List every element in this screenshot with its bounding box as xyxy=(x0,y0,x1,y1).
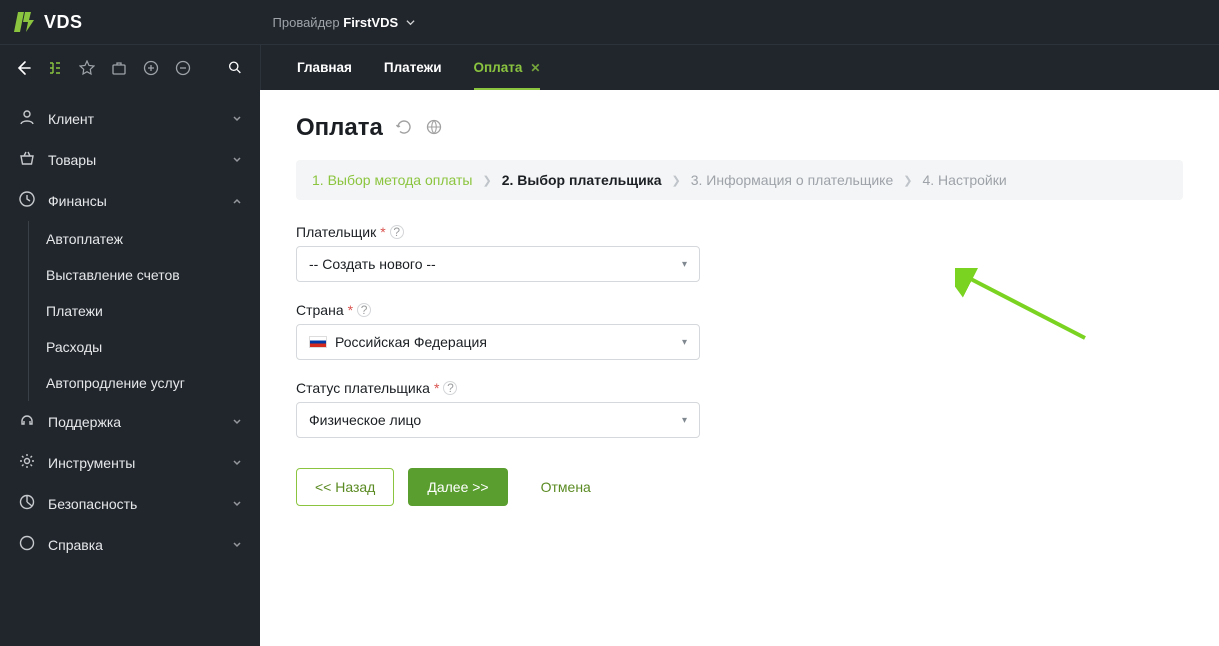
sidebar-item-label: Товары xyxy=(48,152,220,168)
sidebar-item-tools[interactable]: Инструменты xyxy=(0,442,260,483)
content-area: Оплата 1. Выбор метода оплаты ❯ 2. Выбор… xyxy=(260,90,1219,646)
sidebar-subitem-expenses[interactable]: Расходы xyxy=(0,329,260,365)
form-actions: << Назад Далее >> Отмена xyxy=(296,468,1183,506)
annotation-arrow-icon xyxy=(955,268,1095,348)
chevron-down-icon xyxy=(232,111,242,127)
sidebar-item-help[interactable]: Справка xyxy=(0,524,260,565)
chevron-down-icon xyxy=(232,537,242,553)
help-icon[interactable]: ? xyxy=(390,225,404,239)
help-icon[interactable]: ? xyxy=(443,381,457,395)
sidebar-item-label: Поддержка xyxy=(48,414,220,430)
info-icon xyxy=(18,534,36,555)
tree-icon[interactable] xyxy=(46,59,64,77)
sidebar-subitem-autopay[interactable]: Автоплатеж xyxy=(0,221,260,257)
chevron-down-icon xyxy=(232,414,242,430)
status-label: Статус плательщика* ? xyxy=(296,380,700,396)
sidebar-item-support[interactable]: Поддержка xyxy=(0,401,260,442)
sidebar-subitem-autorenew[interactable]: Автопродление услуг xyxy=(0,365,260,401)
step-2: 2. Выбор плательщика xyxy=(502,172,662,188)
step-separator-icon: ❯ xyxy=(482,174,491,187)
logo-icon xyxy=(14,10,38,34)
sidebar-item-label: Справка xyxy=(48,537,220,553)
flag-ru-icon xyxy=(309,336,327,348)
sidebar-subitem-invoice[interactable]: Выставление счетов xyxy=(0,257,260,293)
chevron-down-icon xyxy=(232,455,242,471)
minus-circle-icon[interactable] xyxy=(174,59,192,77)
tab-label: Главная xyxy=(297,60,352,75)
top-bar: VDS Провайдер FirstVDS xyxy=(0,0,1219,44)
help-icon[interactable]: ? xyxy=(357,303,371,317)
tab-payments[interactable]: Платежи xyxy=(368,45,458,91)
tab-label: Платежи xyxy=(384,60,442,75)
step-separator-icon: ❯ xyxy=(903,174,912,187)
back-button[interactable]: << Назад xyxy=(296,468,394,506)
provider-selector[interactable]: Провайдер FirstVDS xyxy=(273,15,415,30)
select-value: -- Создать нового -- xyxy=(309,256,682,272)
sidebar-item-label: Безопасность xyxy=(48,496,220,512)
user-icon xyxy=(18,108,36,129)
pie-icon xyxy=(18,493,36,514)
stepper: 1. Выбор метода оплаты ❯ 2. Выбор плател… xyxy=(296,160,1183,200)
sidebar-item-goods[interactable]: Товары xyxy=(0,139,260,180)
payer-select[interactable]: -- Создать нового -- ▾ xyxy=(296,246,700,282)
payer-label: Плательщик* ? xyxy=(296,224,700,240)
refresh-icon[interactable] xyxy=(395,118,413,139)
next-button[interactable]: Далее >> xyxy=(408,468,507,506)
chevron-down-icon: ▾ xyxy=(682,337,687,348)
logo-text: VDS xyxy=(44,12,83,33)
chevron-down-icon: ▾ xyxy=(682,415,687,426)
status-select[interactable]: Физическое лицо ▾ xyxy=(296,402,700,438)
cancel-button[interactable]: Отмена xyxy=(522,468,610,506)
provider-label: Провайдер xyxy=(273,15,340,30)
star-icon[interactable] xyxy=(78,59,96,77)
toolbar xyxy=(0,45,260,90)
sidebar-subitem-payments[interactable]: Платежи xyxy=(0,293,260,329)
tab-label: Оплата xyxy=(474,60,523,75)
sidebar-item-label: Клиент xyxy=(48,111,220,127)
country-select[interactable]: Российская Федерация ▾ xyxy=(296,324,700,360)
page-title: Оплата xyxy=(296,114,383,142)
basket-icon xyxy=(18,149,36,170)
chevron-down-icon xyxy=(232,496,242,512)
wallet-icon xyxy=(18,190,36,211)
tab-main[interactable]: Главная xyxy=(281,45,368,91)
tabs: Главная Платежи Оплата ✕ xyxy=(260,45,556,90)
chevron-down-icon xyxy=(232,152,242,168)
sidebar-item-label: Инструменты xyxy=(48,455,220,471)
step-1[interactable]: 1. Выбор метода оплаты xyxy=(312,172,472,188)
close-icon[interactable]: ✕ xyxy=(530,61,540,75)
tab-payment[interactable]: Оплата ✕ xyxy=(458,45,557,91)
sidebar-item-client[interactable]: Клиент xyxy=(0,98,260,139)
headset-icon xyxy=(18,411,36,432)
select-value: Российская Федерация xyxy=(335,334,682,350)
search-icon[interactable] xyxy=(228,59,246,77)
country-label: Страна* ? xyxy=(296,302,700,318)
provider-name: FirstVDS xyxy=(343,15,398,30)
sidebar: Клиент Товары Финансы Автоплатеж Выставл… xyxy=(0,90,260,646)
gear-icon xyxy=(18,452,36,473)
select-value: Физическое лицо xyxy=(309,412,682,428)
sidebar-item-label: Финансы xyxy=(48,193,220,209)
chevron-down-icon: ▾ xyxy=(682,259,687,270)
second-bar: Главная Платежи Оплата ✕ xyxy=(0,44,1219,90)
required-marker: * xyxy=(348,302,353,318)
chevron-down-icon xyxy=(406,15,415,30)
step-separator-icon: ❯ xyxy=(671,174,680,187)
plus-circle-icon[interactable] xyxy=(142,59,160,77)
step-3: 3. Информация о плательщике xyxy=(691,172,894,188)
chevron-up-icon xyxy=(232,193,242,209)
required-marker: * xyxy=(434,380,439,396)
required-marker: * xyxy=(380,224,385,240)
back-icon[interactable] xyxy=(14,59,32,77)
globe-icon[interactable] xyxy=(425,118,443,139)
logo[interactable]: VDS xyxy=(14,10,83,34)
briefcase-icon[interactable] xyxy=(110,59,128,77)
step-4: 4. Настройки xyxy=(922,172,1006,188)
sidebar-item-finance[interactable]: Финансы xyxy=(0,180,260,221)
sidebar-item-security[interactable]: Безопасность xyxy=(0,483,260,524)
